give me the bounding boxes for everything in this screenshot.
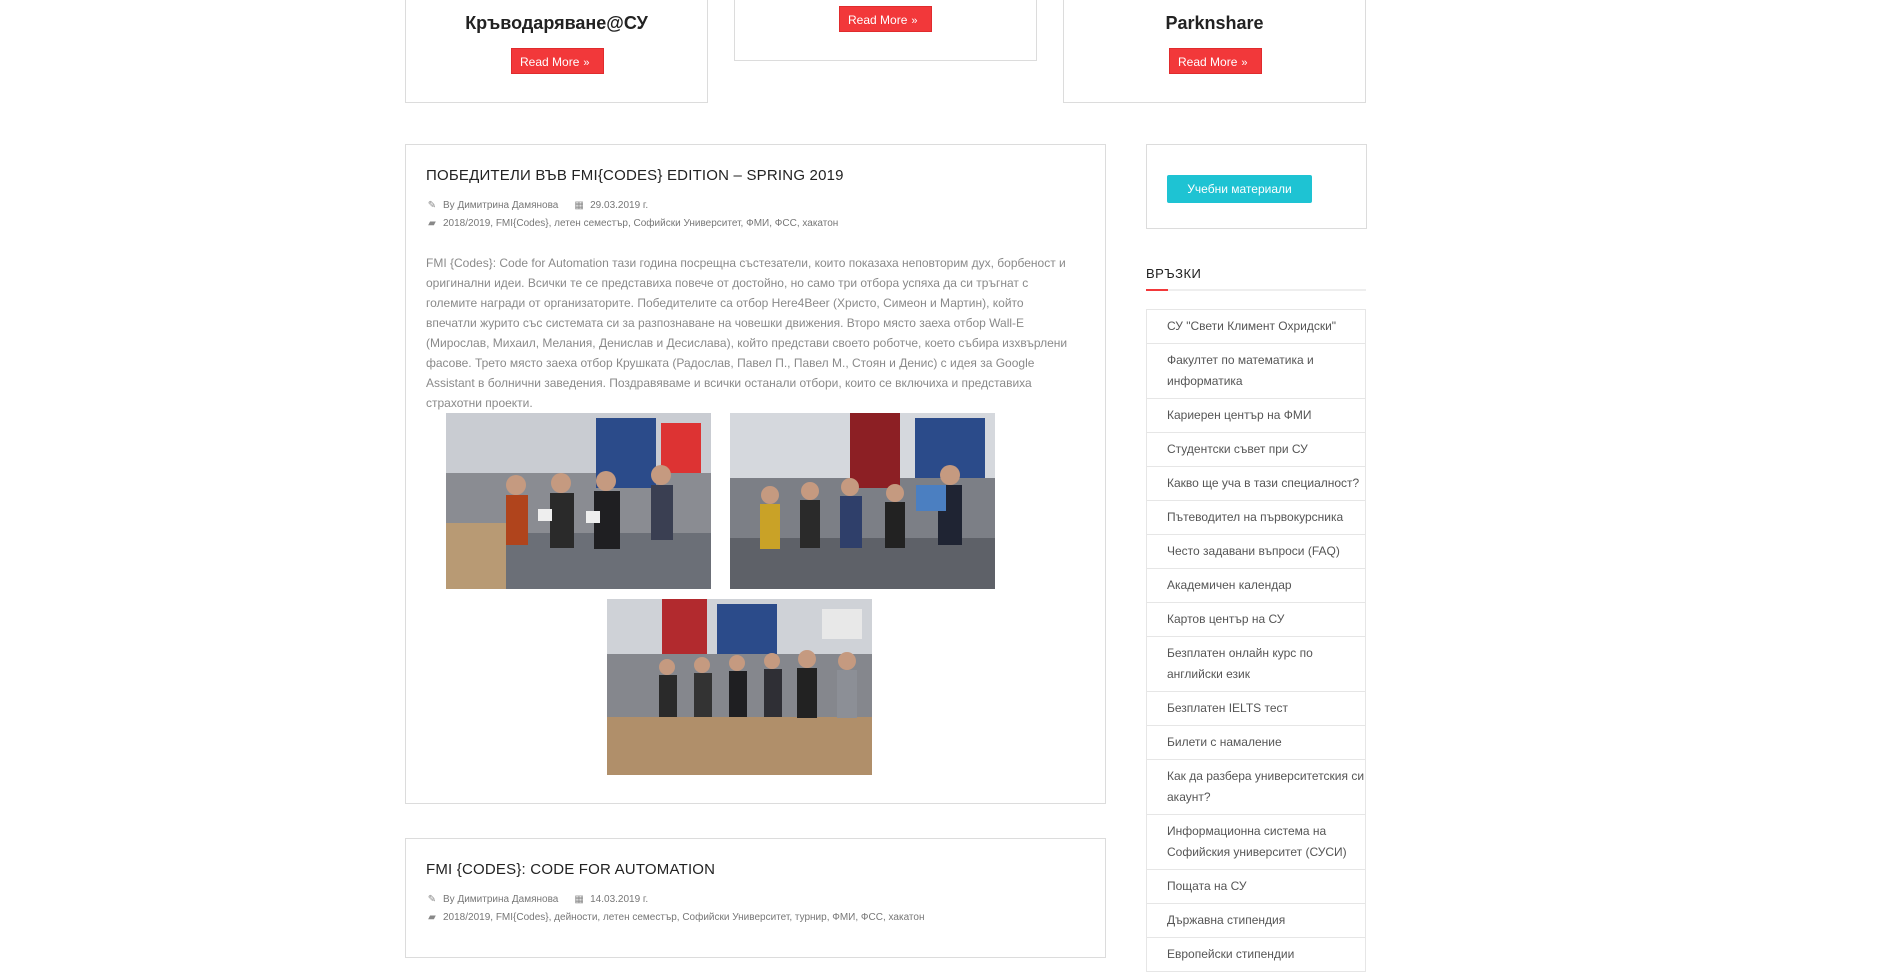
featured-card-2: Read More» (734, 0, 1037, 61)
pencil-icon: ✎ (427, 894, 437, 905)
post-title[interactable]: ПОБЕДИТЕЛИ ВЪВ FMI{CODES} EDITION – SPRI… (426, 167, 844, 184)
featured-card-title: Parknshare (1165, 13, 1264, 33)
post-author[interactable]: By Димитрина Дамянова (443, 894, 558, 905)
link-item[interactable]: Пощата на СУ (1146, 870, 1366, 904)
link-item[interactable]: Какво ще уча в тази специалност? (1146, 467, 1366, 501)
study-materials-button[interactable]: Учебни материали (1167, 175, 1312, 203)
post-tags: ▰ 2018/2019, FMI{Codes}, дейности, летен … (426, 912, 924, 923)
calendar-icon: ▦ (574, 894, 584, 905)
link-item[interactable]: Академичен календар (1146, 569, 1366, 603)
featured-card-title: Кръводаряване@СУ (465, 13, 648, 33)
featured-card-3: Parknshare Read More» (1063, 0, 1366, 103)
read-more-button[interactable]: Read More» (839, 6, 932, 32)
post-tags: ▰ 2018/2019, FMI{Codes}, летен семестър, … (426, 218, 838, 229)
featured-card-1: Кръводаряване@СУ Read More» (405, 0, 708, 103)
link-item[interactable]: Безплатен онлайн курс по английски език (1146, 637, 1366, 692)
link-item[interactable]: Често задавани въпроси (FAQ) (1146, 535, 1366, 569)
folder-icon: ▰ (428, 912, 436, 923)
link-item[interactable]: Билети с намаление (1146, 726, 1366, 760)
post-photo[interactable] (607, 599, 872, 775)
post-card: ПОБЕДИТЕЛИ ВЪВ FMI{CODES} EDITION – SPRI… (405, 144, 1106, 804)
folder-icon: ▰ (428, 218, 436, 229)
link-item[interactable]: Европейски стипендии (1146, 938, 1366, 972)
post-photo[interactable] (446, 413, 711, 589)
calendar-icon: ▦ (574, 200, 584, 211)
post-date: 29.03.2019 г. (590, 200, 649, 211)
post-author[interactable]: By Димитрина Дамянова (443, 200, 558, 211)
read-more-button[interactable]: Read More» (1169, 48, 1262, 74)
post-card: FMI {CODES}: CODE FOR AUTOMATION ✎ By Дим… (405, 838, 1106, 958)
link-item[interactable]: Държавна стипендия (1146, 904, 1366, 938)
post-title[interactable]: FMI {CODES}: CODE FOR AUTOMATION (426, 861, 715, 878)
read-more-button[interactable]: Read More» (511, 48, 604, 74)
post-date: 14.03.2019 г. (590, 894, 649, 905)
post-meta: ✎ By Димитрина Дамянова ▦ 29.03.2019 г. (426, 200, 648, 211)
double-chevron-right-icon: » (583, 57, 590, 69)
links-heading: ВРЪЗКИ (1146, 266, 1202, 281)
link-item[interactable]: Как да разбера университетския си акаунт… (1146, 760, 1366, 815)
link-item[interactable]: Студентски съвет при СУ (1146, 433, 1366, 467)
post-tags-text[interactable]: 2018/2019, FMI{Codes}, дейности, летен с… (443, 912, 924, 923)
double-chevron-right-icon: » (1241, 57, 1248, 69)
link-item[interactable]: СУ "Свети Климент Охридски" (1146, 310, 1366, 344)
sidebar-materials-widget: Учебни материали (1146, 144, 1367, 229)
pencil-icon: ✎ (427, 200, 437, 211)
link-item[interactable]: Кариерен център на ФМИ (1146, 399, 1366, 433)
link-item[interactable]: Картов център на СУ (1146, 603, 1366, 637)
links-heading-underline (1146, 289, 1366, 291)
link-item[interactable]: Пътеводител на първокурсника (1146, 501, 1366, 535)
links-list: СУ "Свети Климент Охридски" Факултет по … (1146, 309, 1366, 972)
post-tags-text[interactable]: 2018/2019, FMI{Codes}, летен семестър, С… (443, 218, 838, 229)
post-photo[interactable] (730, 413, 995, 589)
link-item[interactable]: Факултет по математика и информатика (1146, 344, 1366, 399)
post-excerpt: FMI {Codes}: Code for Automation тази го… (426, 256, 1068, 410)
link-item[interactable]: Информационна система на Софийския униве… (1146, 815, 1366, 870)
post-meta: ✎ By Димитрина Дамянова ▦ 14.03.2019 г. (426, 894, 648, 905)
double-chevron-right-icon: » (911, 15, 918, 27)
link-item[interactable]: Безплатен IELTS тест (1146, 692, 1366, 726)
